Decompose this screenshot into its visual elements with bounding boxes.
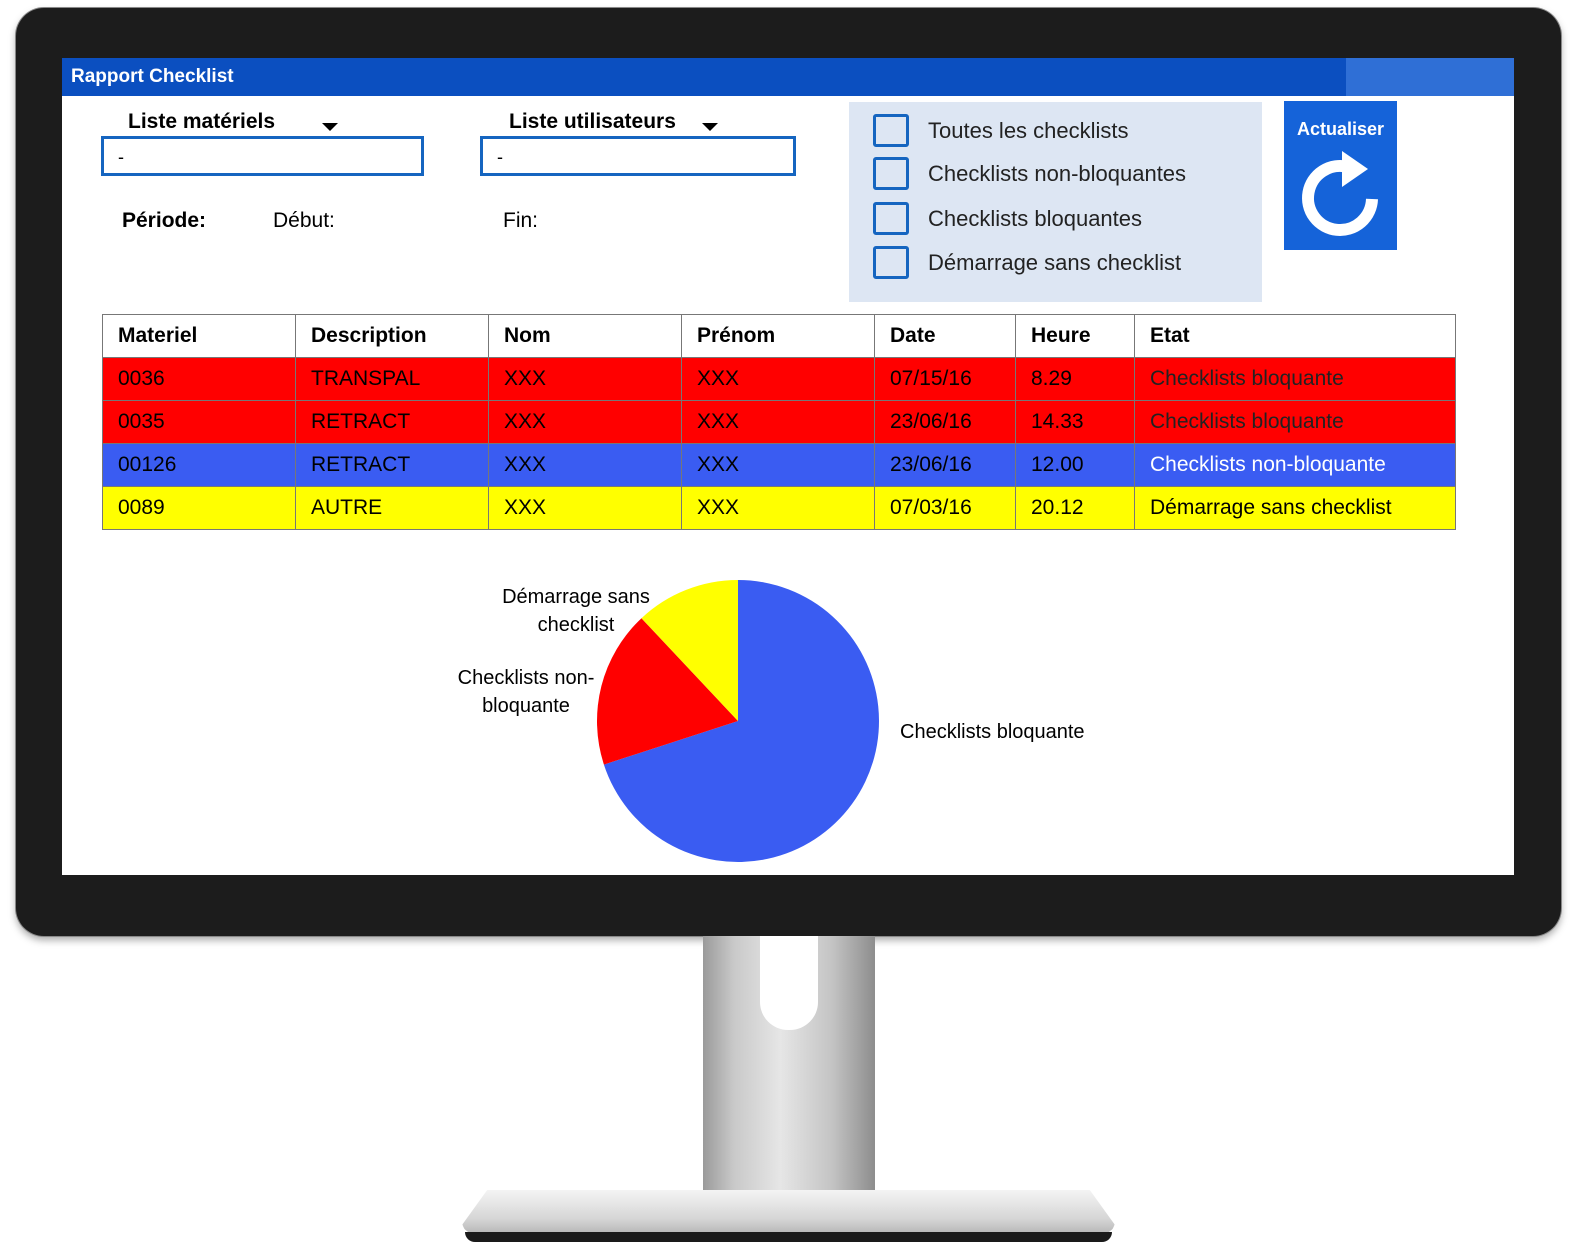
refresh-button-label: Actualiser <box>1296 119 1385 139</box>
cell-etat: Checklists non-bloquante <box>1134 443 1456 487</box>
refresh-icon <box>1302 151 1378 236</box>
cell-materiel: 00126 <box>102 443 296 487</box>
users-dropdown[interactable]: - <box>480 136 796 176</box>
column-header-heure[interactable]: Heure <box>1015 314 1135 358</box>
cell-nom: XXX <box>488 400 682 444</box>
pie-slice-label: Checklists non-bloquante <box>458 667 595 717</box>
checkbox-icon[interactable] <box>873 202 909 235</box>
cell-heure: 12.00 <box>1015 443 1135 487</box>
cell-nom: XXX <box>488 486 682 530</box>
table-row[interactable]: 0036 TRANSPAL XXX XXX 07/15/16 8.29 Chec… <box>102 357 1456 401</box>
pie-slice-label: Démarrage sans checklist <box>502 586 650 636</box>
period-label: Période: <box>122 209 207 232</box>
checklist-table: Materiel Description Nom Prénom Date Heu… <box>102 314 1456 530</box>
checkbox-icon[interactable] <box>873 157 909 190</box>
chevron-down-icon[interactable] <box>322 123 338 131</box>
column-header-prenom[interactable]: Prénom <box>681 314 875 358</box>
cell-prenom: XXX <box>681 400 875 444</box>
cell-etat: Checklists bloquante <box>1134 357 1456 401</box>
monitor-stand-cutout <box>760 936 818 1030</box>
cell-materiel: 0089 <box>102 486 296 530</box>
cell-nom: XXX <box>488 357 682 401</box>
title-bar-accent <box>1346 58 1514 96</box>
column-header-materiel[interactable]: Materiel <box>102 314 296 358</box>
column-header-date[interactable]: Date <box>874 314 1016 358</box>
checkbox-icon[interactable] <box>873 114 909 147</box>
checkbox-label: Checklists non-bloquantes <box>928 161 1187 186</box>
cell-etat: Checklists bloquante <box>1134 400 1456 444</box>
status-pie-chart: Checklists bloquante Checklists non-bloqu… <box>458 580 1085 862</box>
table-row[interactable]: 0035 RETRACT XXX XXX 23/06/16 14.33 Chec… <box>102 400 1456 444</box>
cell-description: AUTRE <box>295 486 489 530</box>
table-row[interactable]: 0089 AUTRE XXX XXX 07/03/16 20.12 Démarr… <box>102 486 1456 530</box>
cell-materiel: 0035 <box>102 400 296 444</box>
cell-prenom: XXX <box>681 486 875 530</box>
cell-description: RETRACT <box>295 443 489 487</box>
checkbox-icon[interactable] <box>873 246 909 279</box>
app-screen: Rapport Checklist Liste matériels - List… <box>62 58 1514 875</box>
cell-date: 23/06/16 <box>874 400 1016 444</box>
checkbox-label: Démarrage sans checklist <box>928 250 1182 275</box>
cell-heure: 14.33 <box>1015 400 1135 444</box>
column-header-etat[interactable]: Etat <box>1134 314 1456 358</box>
monitor-stand-base-edge <box>465 1232 1112 1242</box>
cell-date: 07/03/16 <box>874 486 1016 530</box>
cell-date: 07/15/16 <box>874 357 1016 401</box>
status-filter-panel: Toutes les checklists Checklists non-blo… <box>849 102 1262 302</box>
column-header-nom[interactable]: Nom <box>488 314 682 358</box>
cell-nom: XXX <box>488 443 682 487</box>
chevron-down-icon[interactable] <box>702 123 718 131</box>
cell-description: RETRACT <box>295 400 489 444</box>
app-title: Rapport Checklist <box>71 66 234 87</box>
end-date-label: Fin: <box>503 209 539 232</box>
cell-date: 23/06/16 <box>874 443 1016 487</box>
users-dropdown-label: Liste utilisateurs <box>509 110 676 133</box>
cell-description: TRANSPAL <box>295 357 489 401</box>
table-header-row: Materiel Description Nom Prénom Date Heu… <box>102 314 1456 358</box>
table-row[interactable]: 00126 RETRACT XXX XXX 23/06/16 12.00 Che… <box>102 443 1456 487</box>
materials-dropdown[interactable]: - <box>101 136 424 176</box>
materials-dropdown-label: Liste matériels <box>128 110 276 133</box>
cell-etat: Démarrage sans checklist <box>1134 486 1456 530</box>
checkbox-label: Checklists bloquantes <box>928 206 1143 231</box>
cell-prenom: XXX <box>681 357 875 401</box>
checkbox-label: Toutes les checklists <box>928 118 1129 143</box>
cell-materiel: 0036 <box>102 357 296 401</box>
cell-heure: 8.29 <box>1015 357 1135 401</box>
cell-heure: 20.12 <box>1015 486 1135 530</box>
start-date-label: Début: <box>273 209 335 232</box>
pie-slice-label: Checklists bloquante <box>900 721 1085 743</box>
refresh-button[interactable]: Actualiser <box>1284 101 1397 250</box>
column-header-description[interactable]: Description <box>295 314 489 358</box>
cell-prenom: XXX <box>681 443 875 487</box>
title-bar: Rapport Checklist <box>62 58 1514 96</box>
